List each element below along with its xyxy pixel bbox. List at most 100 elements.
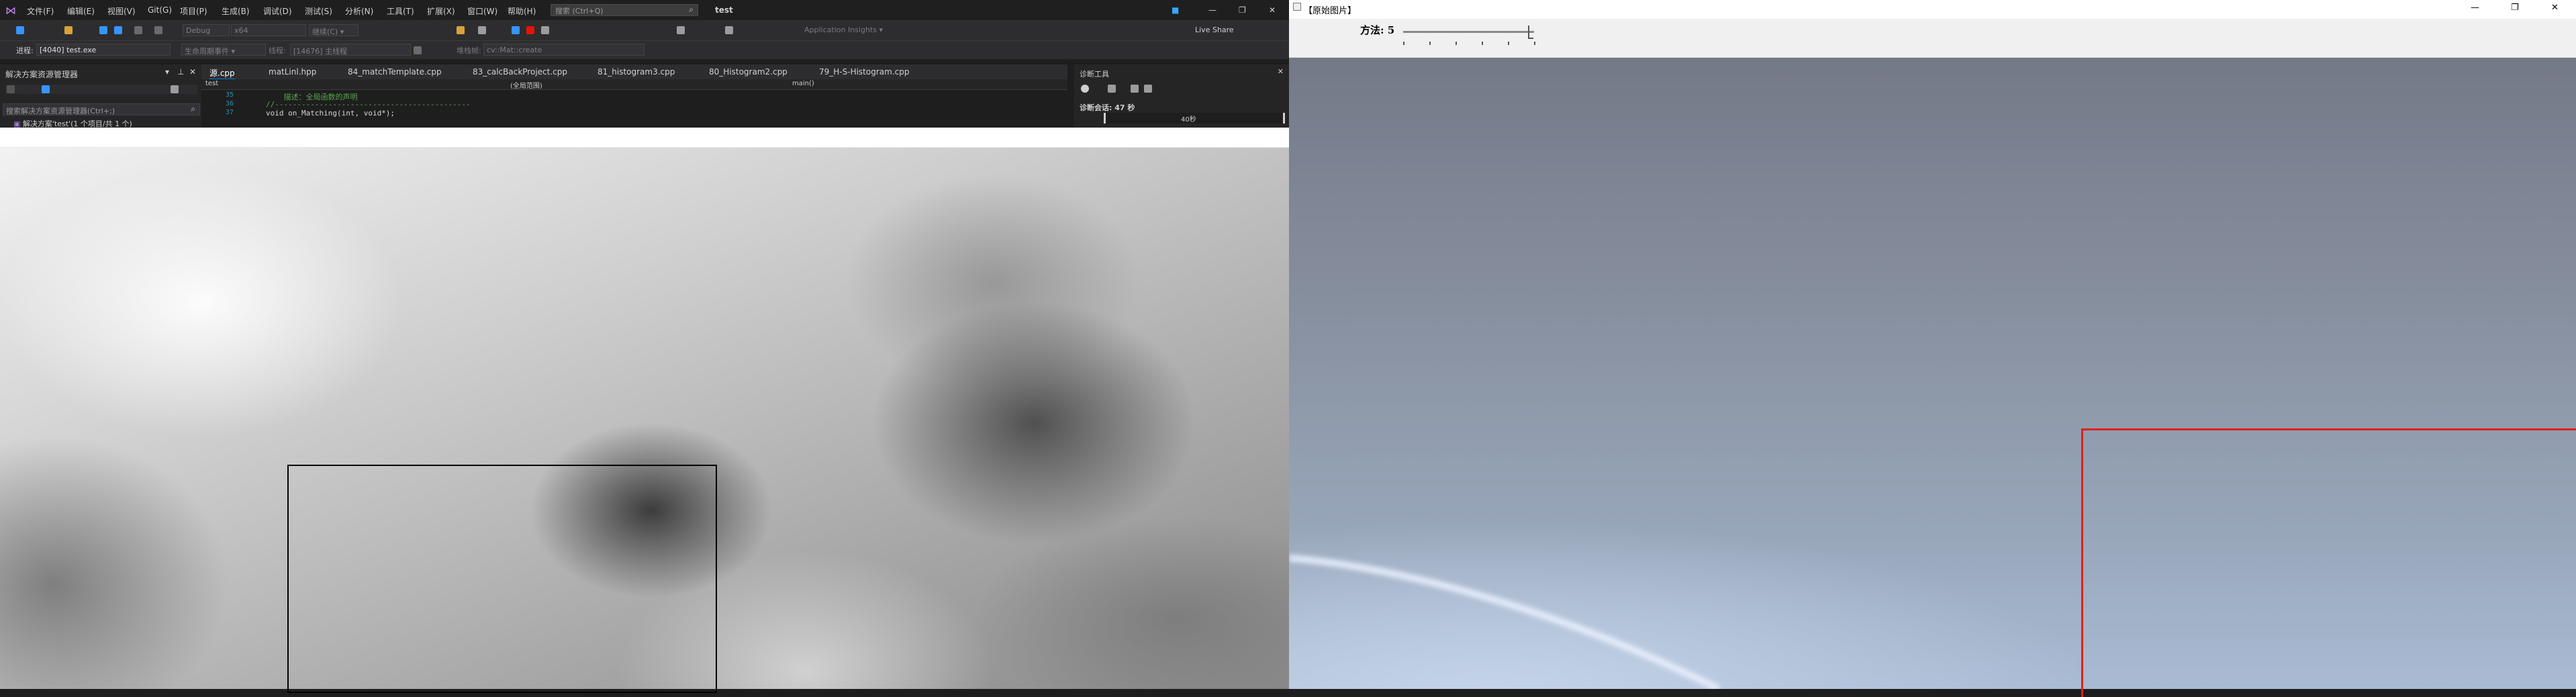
panel-close-icon[interactable]: ✕ [1278,67,1284,76]
navigation-bar: test (全局范围) main() [201,79,1067,90]
step-over-icon[interactable] [677,26,685,34]
match-rectangle [287,465,717,693]
trackbar-slider[interactable] [1403,26,1534,39]
restore-button[interactable]: ❐ [2511,3,2519,13]
editor-tab[interactable]: 80_Histogram2.cpp [709,67,788,77]
vs-logo-icon: ⋈ [5,4,16,17]
restart-icon[interactable] [541,26,549,34]
maximize-button[interactable]: ❐ [1239,5,1246,15]
menu-item[interactable]: 项目(P) [180,5,207,17]
visual-studio-window: ⋈ 搜索 (Ctrl+Q) ⌕ test ■ — ❐ ✕ 文件(F) 编辑(E) 视… [0,0,1289,148]
menu-item[interactable]: 编辑(E) [67,5,95,17]
panel-close-icon[interactable]: ✕ [189,67,196,77]
stack-frame-label: 堆栈帧: [457,46,481,55]
save-all-icon[interactable] [114,26,122,34]
menu-item[interactable]: Git(G) [148,5,172,15]
stop-icon[interactable] [526,26,534,34]
line-number: 37 [226,109,234,116]
template-match-box [2081,428,2576,697]
trackbar-ticks [1403,42,1535,46]
pause-icon[interactable] [512,26,520,34]
editor-tab[interactable]: matLinl.hpp [269,67,316,77]
save-icon[interactable] [99,26,107,34]
new-project-icon[interactable] [16,26,24,34]
app-insights-button[interactable]: Application Insights ▾ [804,26,883,34]
diagnostic-timeline[interactable]: 40秒 [1104,113,1285,124]
code-line: 35 描述：全局函数的声明 [201,91,1067,101]
editor-tab[interactable]: 源.cpp [209,67,235,80]
editor-tab[interactable]: 83_calcBackProject.cpp [473,67,567,77]
result-window-title-bar [0,128,1289,148]
editor-tab[interactable]: 81_histogram3.cpp [598,67,675,77]
source-window-title-bar: 【原始图片】 — ❐ ✕ [1289,0,2576,19]
menu-item[interactable]: 窗口(W) [467,5,497,17]
result-image-window [0,128,1289,693]
dropdown-arrow-icon[interactable]: ▾ [165,67,169,77]
editor-tab[interactable]: 84_matchTemplate.cpp [348,67,442,77]
solution-explorer-toolbar [5,85,197,94]
minimize-button[interactable]: — [1208,5,1217,15]
report-icon[interactable] [1108,85,1116,93]
record-icon[interactable] [1081,85,1089,93]
pin-icon[interactable]: ⊥ [177,67,184,77]
minimize-button[interactable]: — [2471,3,2479,13]
open-folder-icon[interactable] [64,26,73,34]
undo-icon[interactable] [134,26,142,34]
home-icon[interactable] [42,85,50,93]
solution-search-placeholder: 搜索解决方案资源管理器(Ctrl+;) [6,107,115,115]
menu-item[interactable]: 工具(T) [387,5,414,17]
close-button[interactable]: ✕ [2551,3,2559,13]
search-box[interactable]: 搜索 (Ctrl+Q) ⌕ [551,4,698,16]
thread-dropdown[interactable]: [14676] 主线程 [290,44,411,56]
editor-tab[interactable]: 79_H-S-Histogram.cpp [819,67,909,77]
redo-icon[interactable] [154,26,162,34]
vs-standard-toolbar: Debug x64 继续(C) ▾ Application Insights ▾… [0,20,1289,40]
bookmark-icon[interactable] [725,26,733,34]
account-icon[interactable]: ■ [1172,5,1179,15]
tick-mark [1429,42,1431,45]
tick-mark [1482,42,1483,45]
menu-item[interactable]: 生成(B) [222,5,250,17]
trackbar-thumb[interactable] [1528,26,1533,39]
tick-mark [1508,42,1509,45]
vs-debug-location-toolbar: 进程: [4040] test.exe 生命周期事件 ▾ 线程: [14676]… [0,40,1289,59]
menu-item[interactable]: 扩展(X) [427,5,455,17]
solution-search-input[interactable]: 搜索解决方案资源管理器(Ctrl+;) ⌕ [3,103,200,115]
diagnostic-tools-title: 诊断工具 [1080,70,1109,79]
menu-item[interactable]: 调试(D) [263,5,292,17]
source-image-window: 【原始图片】 — ❐ ✕ 方法: 5 [1289,0,2576,697]
nav-project-dropdown[interactable]: test [205,80,218,87]
tick-mark [1456,42,1457,45]
configuration-dropdown[interactable]: Debug [183,24,230,36]
menu-item[interactable]: 测试(S) [305,5,332,17]
line-text: //--------------------------------------… [266,100,471,109]
code-line: 37 void on_Matching(int, void*); [201,109,1067,118]
nav-scope-dropdown[interactable]: (全局范围) [510,80,542,90]
menu-item[interactable]: 帮助(H) [508,5,536,17]
zoom-in-icon[interactable] [1131,85,1139,93]
screenshot-icon[interactable] [478,26,486,34]
source-window-title: 【原始图片】 [1304,6,1357,16]
filter-icon[interactable] [414,46,422,54]
live-share-button[interactable]: Live Share [1195,26,1234,34]
stack-frame-dropdown[interactable]: cv::Mat::create [483,44,645,56]
zoom-out-icon[interactable] [1144,85,1152,93]
process-dropdown[interactable]: [4040] test.exe [36,44,171,56]
code-line: 36 //------------------------------------… [201,100,1067,109]
trackbar-area: 方法: 5 [1289,19,2576,58]
menu-item[interactable]: 文件(F) [27,5,54,17]
menu-item[interactable]: 分析(N) [345,5,373,17]
continue-button[interactable]: 继续(C) ▾ [309,24,359,36]
solution-explorer-title: 解决方案资源管理器 [5,70,79,79]
match-result-image [0,148,1289,693]
platform-dropdown[interactable]: x64 [231,24,306,36]
nav-function-dropdown[interactable]: main() [792,80,814,87]
settings-icon[interactable] [171,85,179,93]
close-button[interactable]: ✕ [1269,5,1276,15]
lifecycle-events-dropdown[interactable]: 生命周期事件 ▾ [181,44,266,56]
menu-item[interactable]: 视图(V) [107,5,136,17]
back-icon[interactable] [7,85,15,93]
process-label: 进程: [16,46,34,55]
hot-reload-icon[interactable] [457,26,465,34]
line-text: void on_Matching(int, void*); [266,109,395,118]
